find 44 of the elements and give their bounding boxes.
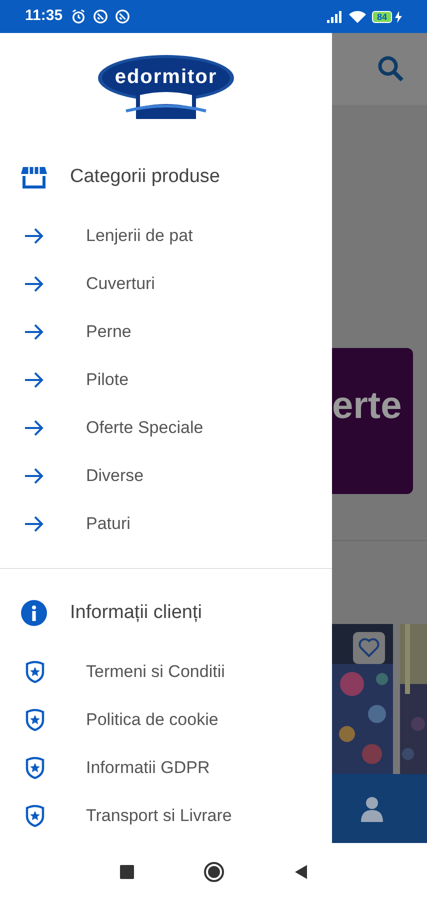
back-button[interactable]: [294, 864, 308, 880]
menu-item[interactable]: Termeni si Conditii: [0, 648, 332, 696]
menu-item[interactable]: Informatii GDPR: [0, 744, 332, 792]
arrow-icon: [24, 324, 44, 340]
menu-item[interactable]: Pilote: [0, 356, 332, 404]
signal-icon: [326, 10, 343, 22]
arrow-icon: [24, 420, 44, 436]
menu-item[interactable]: Perne: [0, 308, 332, 356]
menu-item[interactable]: Oferte Speciale: [0, 404, 332, 452]
menu-item[interactable]: Paturi: [0, 500, 332, 548]
section-title: Informații clienți: [70, 600, 202, 625]
shield-icon: [24, 757, 46, 779]
shield-icon: [24, 661, 46, 683]
menu-item[interactable]: Politica de cookie: [0, 696, 332, 744]
store-icon: [21, 165, 47, 189]
home-button[interactable]: [204, 862, 224, 882]
search-icon[interactable]: [377, 55, 405, 83]
info-icon: [21, 600, 47, 626]
arrow-icon: [24, 228, 44, 244]
menu-item[interactable]: Cuverturi: [0, 260, 332, 308]
battery-icon: 84: [372, 10, 392, 22]
sync-icon: [114, 9, 130, 24]
shield-icon: [24, 805, 46, 827]
logo-text: edormitor: [114, 64, 218, 88]
arrow-icon: [24, 468, 44, 484]
banner-text: erte: [332, 386, 402, 426]
charging-icon: [395, 10, 402, 22]
arrow-icon: [24, 372, 44, 388]
menu-item[interactable]: Lenjerii de pat: [0, 212, 332, 260]
recents-button[interactable]: [120, 864, 134, 878]
arrow-icon: [24, 516, 44, 532]
menu-item[interactable]: Diverse: [0, 452, 332, 500]
section-title: Categorii produse: [70, 164, 220, 189]
arrow-icon: [24, 276, 44, 292]
menu-item[interactable]: Transport si Livrare: [0, 792, 332, 840]
heart-icon: [358, 638, 380, 658]
clock-time: 11:35: [25, 6, 63, 26]
favorite-button[interactable]: [353, 632, 385, 664]
sync-icon: [92, 9, 108, 24]
banner[interactable]: erte: [332, 348, 413, 494]
user-icon[interactable]: [360, 796, 384, 822]
alarm-icon: [70, 9, 86, 24]
shield-icon: [24, 709, 46, 731]
wifi-icon: [348, 10, 366, 23]
